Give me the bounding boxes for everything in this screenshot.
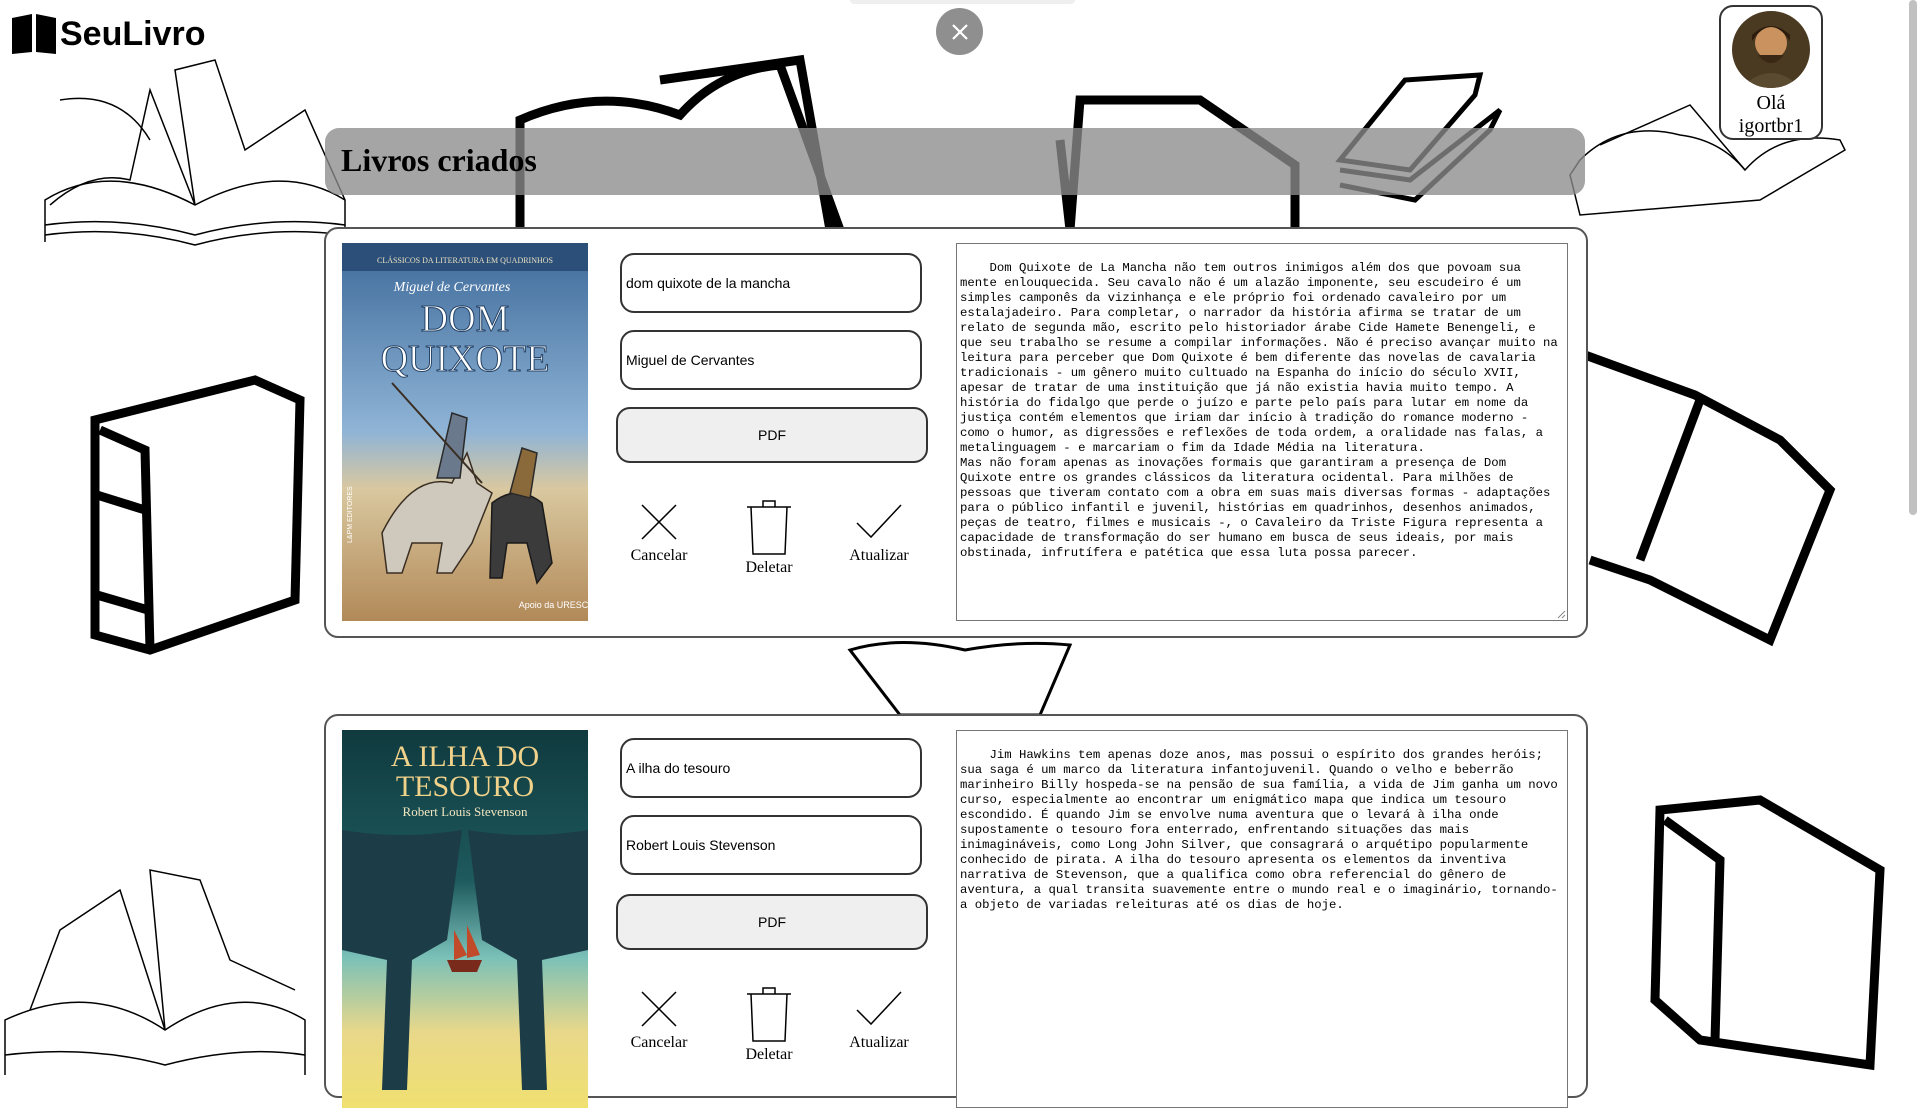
cover-author: Robert Louis Stevenson — [403, 804, 528, 819]
scrollbar-thumb[interactable] — [1909, 0, 1917, 515]
delete-label: Deletar — [745, 1046, 793, 1063]
pdf-button[interactable]: PDF — [616, 894, 928, 950]
cover-title-line2: TESOURO — [396, 770, 534, 803]
book-card: A ILHA DO TESOURO Robert Louis Stevenson… — [324, 714, 1588, 1108]
update-button[interactable]: Atualizar — [834, 988, 924, 1052]
book-cover-image: CLÁSSICOS DA LITERATURA EM QUADRINHOS Mi… — [342, 243, 588, 621]
book-description-text: Dom Quixote de La Mancha não tem outros … — [960, 261, 1558, 560]
greeting-text: Olá — [1756, 92, 1786, 114]
open-book-doodle-1 — [44, 59, 346, 246]
cover-footer: Apoio da URESCO — [519, 600, 588, 610]
delete-button[interactable]: Deletar — [724, 986, 814, 1064]
check-icon — [856, 991, 902, 1026]
section-header: Livros criados — [325, 128, 1585, 195]
close-icon — [951, 23, 968, 40]
book-author-input[interactable]: Robert Louis Stevenson — [620, 815, 922, 875]
cancel-label: Cancelar — [630, 547, 688, 564]
cover-title-line1: DOM — [421, 298, 510, 340]
book-cover-image: A ILHA DO TESOURO Robert Louis Stevenson — [342, 730, 588, 1108]
page-title: Livros criados — [341, 142, 537, 178]
close-button[interactable] — [936, 8, 983, 55]
cancel-button[interactable]: Cancelar — [614, 988, 704, 1052]
update-label: Atualizar — [849, 547, 909, 564]
open-book-doodle-5 — [4, 869, 306, 1075]
trash-icon — [747, 987, 791, 1042]
username-text: igortbr1 — [1738, 115, 1804, 137]
check-icon — [856, 504, 902, 539]
delete-button[interactable]: Deletar — [724, 499, 814, 577]
user-profile-card[interactable]: Olá igortbr1 — [1719, 5, 1823, 140]
top-tab-indicator — [850, 0, 1075, 4]
update-label: Atualizar — [849, 1034, 909, 1051]
cancel-label: Cancelar — [630, 1034, 688, 1051]
close-icon — [641, 991, 677, 1027]
closed-book-doodle-1 — [90, 375, 305, 655]
pdf-button[interactable]: PDF — [616, 407, 928, 463]
cover-author: Miguel de Cervantes — [393, 280, 511, 295]
cover-publisher: L&PM EDITORES — [347, 486, 354, 543]
avatar — [1732, 11, 1810, 88]
trash-icon — [747, 500, 791, 555]
book-description-textarea[interactable]: Dom Quixote de La Mancha não tem outros … — [956, 243, 1568, 621]
open-book-doodle-3 — [1583, 350, 1836, 647]
update-button[interactable]: Atualizar — [834, 501, 924, 565]
app-logo[interactable]: SeuLivro — [10, 14, 205, 54]
delete-label: Deletar — [745, 559, 793, 576]
resize-grip-icon[interactable] — [1556, 609, 1566, 619]
book-author-input[interactable]: Miguel de Cervantes — [620, 330, 922, 390]
app-name: SeuLivro — [60, 14, 206, 53]
cover-series: CLÁSSICOS DA LITERATURA EM QUADRINHOS — [377, 255, 553, 265]
closed-book-doodle-2 — [1650, 795, 1885, 1071]
book-title-input[interactable]: dom quixote de la mancha — [620, 253, 922, 313]
cover-title-line2: QUIXOTE — [381, 338, 550, 380]
cover-title-line1: A ILHA DO — [391, 740, 539, 773]
book-title-input[interactable]: A ilha do tesouro — [620, 738, 922, 798]
cancel-button[interactable]: Cancelar — [614, 501, 704, 565]
book-logo-icon — [12, 14, 56, 54]
book-card: CLÁSSICOS DA LITERATURA EM QUADRINHOS Mi… — [324, 227, 1588, 638]
book-description-textarea[interactable]: Jim Hawkins tem apenas doze anos, mas po… — [956, 730, 1568, 1108]
book-description-text: Jim Hawkins tem apenas doze anos, mas po… — [960, 748, 1566, 912]
open-book-doodle-4 — [847, 641, 1073, 717]
close-icon — [641, 504, 677, 540]
